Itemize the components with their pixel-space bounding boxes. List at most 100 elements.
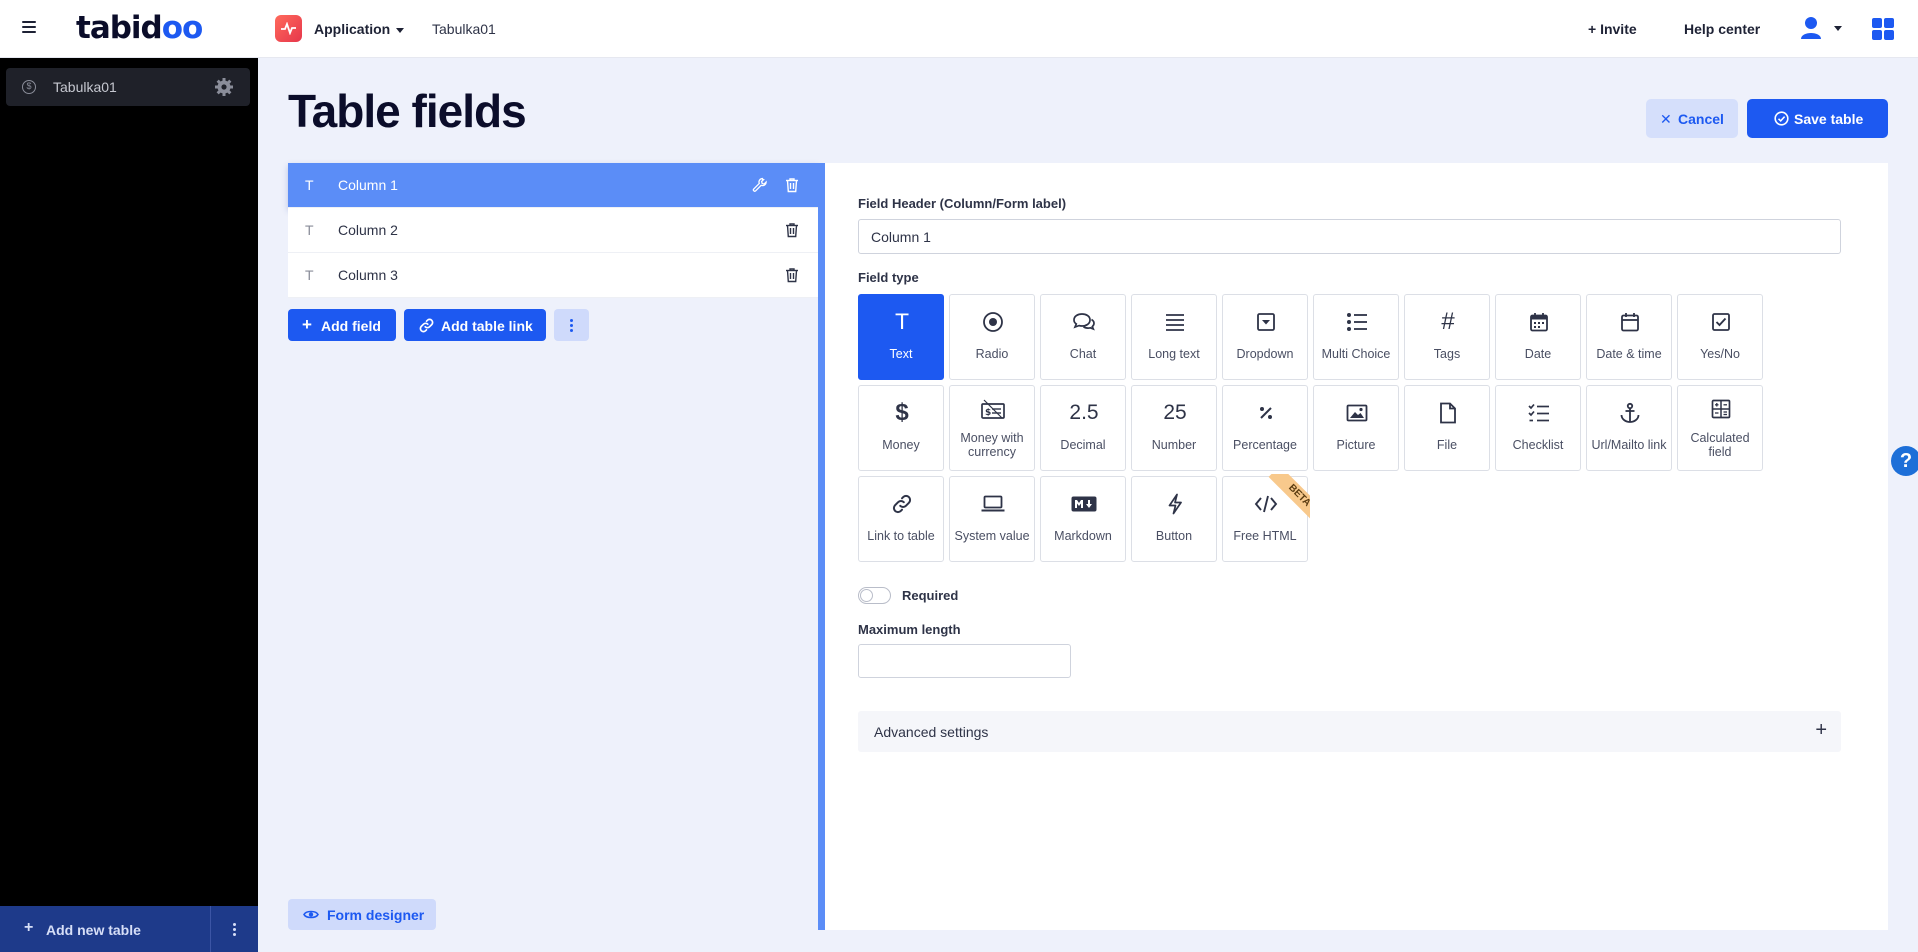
gear-icon[interactable] (214, 77, 234, 97)
field-type-label: Date (1524, 347, 1552, 361)
help-center-link[interactable]: Help center (1684, 21, 1760, 37)
hash-icon: # (1441, 308, 1455, 335)
field-type-yes-no[interactable]: Yes/No (1677, 294, 1763, 380)
field-type-calculated-field[interactable]: Calculated field (1677, 385, 1763, 471)
toggle-knob (860, 589, 873, 602)
add-table-link-label: Add table link (441, 318, 533, 334)
field-type-free-html[interactable]: Free HTML BETA (1222, 474, 1310, 562)
field-type-picture[interactable]: Picture (1313, 385, 1399, 471)
plus-icon: + (1588, 21, 1601, 37)
field-type-chat[interactable]: Chat (1040, 294, 1126, 380)
field-type-label: Number (1151, 438, 1197, 452)
field-type-decimal[interactable]: 2.5 Decimal (1040, 385, 1126, 471)
field-type-radio[interactable]: Radio (949, 294, 1035, 380)
text-type-icon: T (305, 177, 314, 193)
column-row[interactable]: T Column 2 (288, 208, 819, 253)
field-type-number[interactable]: 25 Number (1131, 385, 1217, 471)
more-actions-button[interactable] (554, 309, 589, 341)
field-type-label: Date & time (1596, 347, 1662, 361)
advanced-settings-label: Advanced settings (874, 724, 989, 740)
maximum-length-input[interactable] (858, 644, 1071, 678)
field-type-label: System value (954, 529, 1030, 543)
long-text-icon (1132, 309, 1218, 335)
field-type-date-time[interactable]: Date & time (1586, 294, 1672, 380)
number-icon: 25 (1163, 401, 1187, 424)
user-icon (1801, 17, 1821, 39)
text-type-icon: T (305, 267, 314, 283)
anchor-icon (1587, 400, 1673, 426)
chat-icon (1041, 309, 1127, 335)
field-type-date[interactable]: Date (1495, 294, 1581, 380)
field-type-label: Link to table (867, 529, 935, 543)
link-icon (859, 491, 945, 517)
application-name: Application (314, 21, 391, 37)
user-menu[interactable] (1800, 16, 1842, 42)
beta-badge: BETA (1268, 474, 1310, 524)
wrench-icon[interactable] (752, 177, 768, 193)
hamburger-menu-icon[interactable] (22, 21, 36, 35)
field-type-link-to-table[interactable]: Link to table (858, 476, 944, 562)
decimal-icon: 2.5 (1069, 401, 1099, 424)
sidebar-more-button[interactable] (210, 906, 258, 952)
application-dropdown[interactable]: Application (314, 21, 405, 37)
field-header-input[interactable] (858, 219, 1841, 254)
bolt-icon (1132, 491, 1218, 517)
field-type-money[interactable]: $ Money (858, 385, 944, 471)
field-type-label: Decimal (1060, 438, 1106, 452)
money-currency-icon: $ (950, 396, 1036, 422)
page-title: Table fields (288, 85, 527, 137)
field-type-label: Picture (1336, 438, 1376, 452)
save-table-button[interactable]: Save table (1747, 99, 1888, 138)
sidebar-footer: + Add new table (0, 906, 258, 952)
trash-icon[interactable] (784, 267, 800, 283)
kebab-menu-icon (233, 923, 236, 938)
column-name: Column 3 (338, 267, 398, 283)
invite-button[interactable]: + Invite (1588, 21, 1637, 37)
cancel-button[interactable]: ✕ Cancel (1646, 99, 1738, 138)
field-type-label: Money (882, 438, 920, 452)
field-type-dropdown[interactable]: Dropdown (1222, 294, 1308, 380)
column-row[interactable]: T Column 3 (288, 253, 819, 298)
field-type-percentage[interactable]: Percentage (1222, 385, 1308, 471)
field-settings-panel: Field Header (Column/Form label) Field t… (825, 163, 1888, 930)
calendar-icon (1496, 309, 1582, 335)
required-toggle[interactable] (858, 587, 891, 604)
kebab-menu-icon (570, 319, 573, 334)
picture-icon (1314, 400, 1400, 426)
field-type-label: Tags (1433, 347, 1461, 361)
field-type-money-with-currency[interactable]: $ Money with currency (949, 385, 1035, 471)
add-field-button[interactable]: + Add field (288, 309, 396, 341)
field-type-label: Free HTML (1233, 529, 1297, 543)
plus-icon: + (302, 315, 312, 334)
table-dollar-icon: $ (22, 80, 36, 94)
field-type-long-text[interactable]: Long text (1131, 294, 1217, 380)
trash-icon[interactable] (784, 222, 800, 238)
radio-icon (950, 309, 1036, 335)
sidebar-item-tabulka01[interactable]: $ Tabulka01 (6, 68, 250, 106)
field-type-file[interactable]: File (1404, 385, 1490, 471)
help-bubble-button[interactable]: ? (1891, 446, 1918, 476)
breadcrumb-table[interactable]: Tabulka01 (432, 21, 496, 37)
column-row[interactable]: T Column 1 (288, 163, 819, 208)
field-type-button[interactable]: Button (1131, 476, 1217, 562)
eye-icon (303, 910, 319, 919)
tabidoo-logo[interactable]: tabidoo (76, 10, 203, 46)
form-designer-button[interactable]: Form designer (288, 899, 436, 930)
advanced-settings-toggle[interactable]: Advanced settings + (858, 711, 1841, 752)
field-type-checklist[interactable]: Checklist (1495, 385, 1581, 471)
field-type-label: Radio (975, 347, 1009, 361)
add-table-link-button[interactable]: Add table link (404, 309, 546, 341)
text-type-icon: T (305, 222, 314, 238)
field-type-url-mailto-link[interactable]: Url/Mailto link (1586, 385, 1672, 471)
field-type-multi-choice[interactable]: Multi Choice (1313, 294, 1399, 380)
maximum-length-label: Maximum length (858, 622, 961, 637)
trash-icon[interactable] (784, 177, 800, 193)
close-icon: ✕ (1660, 111, 1672, 127)
field-type-system-value[interactable]: System value (949, 476, 1035, 562)
field-type-text[interactable]: T Text (858, 294, 944, 380)
apps-grid-icon[interactable] (1872, 18, 1894, 40)
field-type-markdown[interactable]: Markdown (1040, 476, 1126, 562)
add-new-table-button[interactable]: + Add new table (0, 906, 210, 952)
calculator-icon (1678, 396, 1764, 422)
field-type-tags[interactable]: # Tags (1404, 294, 1490, 380)
